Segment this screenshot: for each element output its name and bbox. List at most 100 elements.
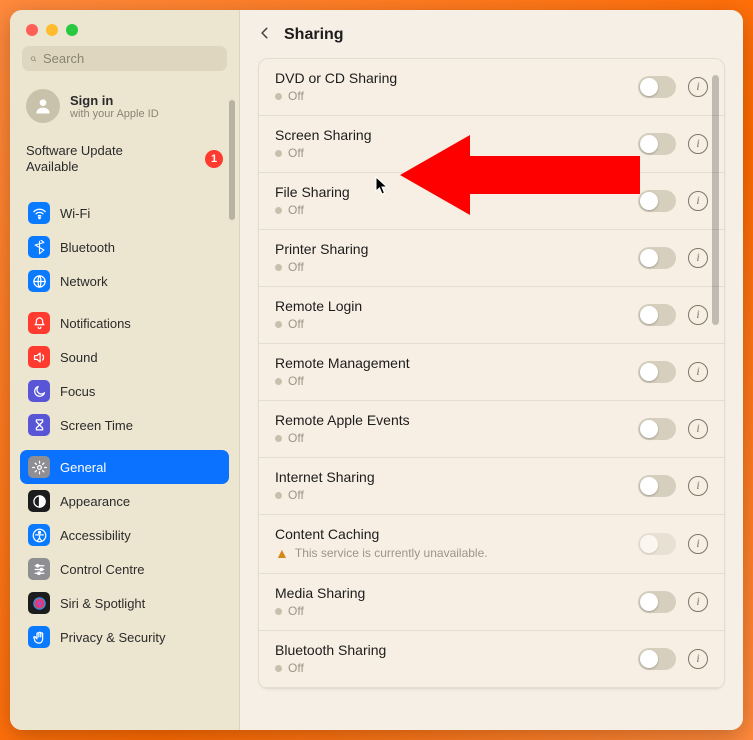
sidebar-item-privacy[interactable]: Privacy & Security (20, 620, 229, 654)
sidebar-item-notifications[interactable]: Notifications (20, 306, 229, 340)
toggle-remotelogin[interactable] (638, 304, 676, 326)
service-status: Off (275, 374, 410, 388)
service-status-text: Off (288, 374, 304, 388)
toggle-btshare[interactable] (638, 648, 676, 670)
sidebar-item-label: Sound (60, 350, 98, 365)
toggle-remoteapple[interactable] (638, 418, 676, 440)
status-dot-icon (275, 264, 282, 271)
sidebar-item-label: Network (60, 274, 108, 289)
sign-in-row[interactable]: Sign in with your Apple ID (20, 81, 229, 137)
service-row-remoteapple: Remote Apple EventsOffi (259, 401, 724, 458)
sidebar-item-label: Focus (60, 384, 95, 399)
privacy-icon (28, 626, 50, 648)
sidebar-item-sound[interactable]: Sound (20, 340, 229, 374)
service-status: Off (275, 488, 375, 502)
sidebar-item-wifi[interactable]: Wi-Fi (20, 196, 229, 230)
service-title: Printer Sharing (275, 241, 368, 257)
sidebar-item-label: Siri & Spotlight (60, 596, 145, 611)
service-status-text: Off (288, 317, 304, 331)
appearance-icon (28, 490, 50, 512)
toggle-file[interactable] (638, 190, 676, 212)
minimize-icon[interactable] (46, 24, 58, 36)
sidebar-item-label: Wi-Fi (60, 206, 90, 221)
sidebar-scrollbar[interactable] (229, 100, 235, 220)
service-title: DVD or CD Sharing (275, 70, 397, 86)
status-dot-icon (275, 665, 282, 672)
sidebar-item-appearance[interactable]: Appearance (20, 484, 229, 518)
services-list[interactable]: DVD or CD SharingOffiScreen SharingOffiF… (258, 58, 725, 689)
notifications-icon (28, 312, 50, 334)
service-status-text: Off (288, 488, 304, 502)
search-field[interactable] (22, 46, 227, 71)
service-title: Media Sharing (275, 585, 365, 601)
info-button-remotemgmt[interactable]: i (688, 362, 708, 382)
info-button-dvd[interactable]: i (688, 77, 708, 97)
service-status-text: Off (288, 203, 304, 217)
info-button-printer[interactable]: i (688, 248, 708, 268)
info-button-remoteapple[interactable]: i (688, 419, 708, 439)
info-button-remotelogin[interactable]: i (688, 305, 708, 325)
sidebar-scroll[interactable]: Sign in with your Apple ID Software Upda… (10, 81, 239, 730)
accessibility-icon (28, 524, 50, 546)
service-title: Remote Management (275, 355, 410, 371)
info-button-btshare[interactable]: i (688, 649, 708, 669)
toggle-media[interactable] (638, 591, 676, 613)
update-badge: 1 (205, 150, 223, 168)
screentime-icon (28, 414, 50, 436)
chevron-left-icon (258, 24, 272, 42)
settings-window: Sign in with your Apple ID Software Upda… (10, 10, 743, 730)
sidebar-item-focus[interactable]: Focus (20, 374, 229, 408)
service-title: File Sharing (275, 184, 350, 200)
software-update-row[interactable]: Software Update Available 1 (20, 137, 229, 188)
back-button[interactable] (258, 24, 272, 46)
sidebar-item-bluetooth[interactable]: Bluetooth (20, 230, 229, 264)
service-row-dvd: DVD or CD Sharing Off i (259, 59, 724, 116)
service-title: Content Caching (275, 526, 488, 542)
info-button-media[interactable]: i (688, 592, 708, 612)
service-title: Screen Sharing (275, 127, 372, 143)
toggle-dvd[interactable] (638, 76, 676, 98)
status-dot-icon (275, 93, 282, 100)
general-icon (28, 456, 50, 478)
sidebar-item-general[interactable]: General (20, 450, 229, 484)
info-button-internet[interactable]: i (688, 476, 708, 496)
info-button-file[interactable]: i (688, 191, 708, 211)
search-input[interactable] (43, 51, 219, 66)
info-button-content[interactable]: i (688, 534, 708, 554)
service-row-file: File Sharing Off i (259, 173, 724, 230)
service-status: Off (275, 146, 372, 160)
search-icon (30, 52, 37, 66)
service-row-btshare: Bluetooth SharingOffi (259, 631, 724, 688)
toggle-content (638, 533, 676, 555)
service-status-text: Off (288, 604, 304, 618)
service-status-text: Off (288, 260, 304, 274)
service-row-printer: Printer Sharing Off i (259, 230, 724, 287)
fullscreen-icon[interactable] (66, 24, 78, 36)
toggle-printer[interactable] (638, 247, 676, 269)
wifi-icon (28, 202, 50, 224)
toggle-screen[interactable] (638, 133, 676, 155)
service-status: Off (275, 203, 350, 217)
sidebar-item-siri[interactable]: Siri & Spotlight (20, 586, 229, 620)
toggle-internet[interactable] (638, 475, 676, 497)
controlcentre-icon (28, 558, 50, 580)
service-status: Off (275, 604, 365, 618)
status-dot-icon (275, 608, 282, 615)
sign-in-title: Sign in (70, 93, 159, 108)
info-button-screen[interactable]: i (688, 134, 708, 154)
close-icon[interactable] (26, 24, 38, 36)
person-icon (33, 96, 53, 116)
service-row-media: Media Sharing Off i (259, 574, 724, 631)
avatar (26, 89, 60, 123)
service-status: Off (275, 661, 386, 675)
service-status: ▲This service is currently unavailable. (275, 545, 488, 561)
sidebar-item-accessibility[interactable]: Accessibility (20, 518, 229, 552)
sidebar-item-network[interactable]: Network (20, 264, 229, 298)
sidebar-item-controlcentre[interactable]: Control Centre (20, 552, 229, 586)
service-status-text: Off (288, 89, 304, 103)
toggle-remotemgmt[interactable] (638, 361, 676, 383)
sidebar-item-screentime[interactable]: Screen Time (20, 408, 229, 442)
service-row-remotelogin: Remote LoginOffi (259, 287, 724, 344)
siri-icon (28, 592, 50, 614)
content-scrollbar[interactable] (712, 75, 719, 325)
